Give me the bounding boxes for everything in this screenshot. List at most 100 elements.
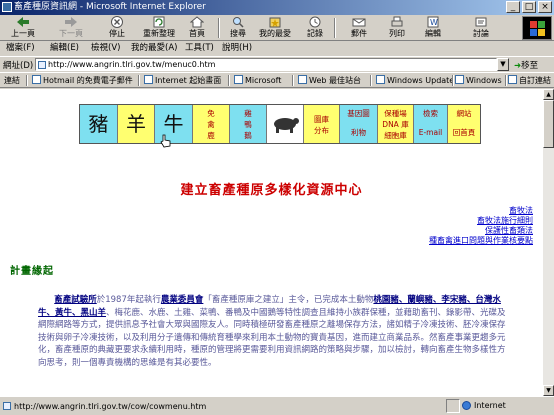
- vertical-scrollbar[interactable]: ▲ ▼: [543, 89, 554, 396]
- nav-pig[interactable]: 豬: [80, 105, 118, 143]
- link-custom[interactable]: 自訂連結: [508, 74, 551, 87]
- nav-table: 豬 羊 牛 免禽鹿 雞鴨鵝 圖庫 分布 基因圖 利物 保種場 DNA 庫細胞庫 檢索 E…: [79, 104, 481, 144]
- nav-goat[interactable]: 羊: [118, 105, 155, 143]
- link-windows-update[interactable]: Windows Update: [376, 74, 454, 87]
- links-separator: [26, 75, 28, 86]
- menu-edit[interactable]: 編輯(E): [50, 42, 79, 55]
- link-livestock-institute[interactable]: 畜產試驗所: [54, 295, 97, 305]
- link-page-icon: [32, 75, 41, 84]
- address-bar: 網址(D) http://www.angrin.tlri.gov.tw/menu…: [0, 56, 554, 72]
- page-icon: [38, 61, 46, 69]
- refresh-button[interactable]: 重新整理: [138, 16, 180, 40]
- toolbar-separator: [218, 18, 220, 38]
- print-button[interactable]: 列印: [384, 16, 410, 40]
- nav-gene-map[interactable]: 基因圖 利物: [340, 105, 378, 143]
- mouse-cursor-icon: [160, 134, 171, 148]
- nav-gallery-distribution[interactable]: 圖庫 分布: [304, 105, 340, 143]
- link-page-icon: [298, 75, 307, 84]
- links-label: 連結: [4, 76, 20, 85]
- back-arrow-icon: [17, 17, 29, 27]
- nav-animal-image[interactable]: [267, 105, 304, 143]
- address-label: 網址(D): [3, 61, 34, 71]
- links-bar: 連結 Hotmail 的免費電子郵件 Internet 起始畫面 Microso…: [0, 72, 554, 88]
- standard-toolbar: 上一頁 下一頁 停止 重新整理 首頁 搜尋 我的最愛 記錄 郵件 列印 W 編輯: [0, 15, 554, 41]
- link-web-best-sites[interactable]: Web 最佳站台: [298, 74, 361, 87]
- law-link-animal-husbandry-act[interactable]: 畜牧法: [429, 206, 533, 216]
- mail-button[interactable]: 郵件: [344, 16, 374, 40]
- link-internet-start[interactable]: Internet 起始畫面: [144, 74, 221, 87]
- link-page-icon: [234, 75, 243, 84]
- security-zone: Internet: [462, 399, 506, 413]
- search-icon: [233, 17, 244, 28]
- mail-icon: [352, 18, 366, 27]
- nav-chicken-duck-goose[interactable]: 雞鴨鵝: [230, 105, 267, 143]
- scroll-down-button[interactable]: ▼: [543, 385, 554, 396]
- discuss-button[interactable]: 討論: [468, 16, 494, 40]
- link-windows[interactable]: Windows: [455, 74, 502, 87]
- nav-rabbit-poultry-deer[interactable]: 免禽鹿: [193, 105, 230, 143]
- edit-button[interactable]: W 編輯: [420, 16, 446, 40]
- menu-bar: 檔案(F) 編輯(E) 檢視(V) 我的最愛(A) 工具(T) 說明(H): [0, 42, 520, 55]
- page-heading: 建立畜產種原多樣化資源中心: [180, 183, 363, 198]
- windows-logo-icon: [530, 21, 545, 36]
- minimize-button[interactable]: _: [506, 1, 520, 13]
- go-button[interactable]: ➜移至: [514, 59, 538, 71]
- link-page-icon: [455, 75, 464, 84]
- maximize-button[interactable]: □: [522, 1, 536, 13]
- history-button[interactable]: 記錄: [302, 16, 328, 40]
- menu-view[interactable]: 檢視(V): [91, 42, 120, 55]
- cattle-photo-icon: [274, 118, 299, 133]
- stop-button[interactable]: 停止: [102, 16, 132, 40]
- search-button[interactable]: 搜尋: [224, 16, 252, 40]
- law-link-enforcement-rules[interactable]: 畜牧法施行細則: [429, 216, 533, 226]
- edit-icon: W: [427, 16, 439, 28]
- link-page-icon: [144, 75, 153, 84]
- scroll-up-button[interactable]: ▲: [543, 89, 554, 100]
- links-separator: [138, 75, 140, 86]
- link-microsoft[interactable]: Microsoft: [234, 74, 281, 87]
- stop-icon: [111, 16, 123, 28]
- address-dropdown-button[interactable]: ▼: [497, 58, 509, 71]
- favorites-icon: [269, 17, 281, 28]
- menu-help[interactable]: 說明(H): [222, 42, 252, 55]
- links-separator: [452, 75, 454, 86]
- page-icon: [3, 402, 11, 410]
- nav-site-home[interactable]: 網站 回首頁: [448, 105, 480, 143]
- nav-conservation-dna[interactable]: 保種場 DNA 庫細胞庫: [378, 105, 414, 143]
- refresh-icon: [153, 16, 165, 28]
- window-title: 畜產種原資訊網 - Microsoft Internet Explorer: [14, 2, 206, 12]
- links-separator: [505, 75, 507, 86]
- menu-tools[interactable]: 工具(T): [185, 42, 214, 55]
- links-separator: [292, 75, 294, 86]
- law-link-protected-breeds[interactable]: 保護性畜類法: [429, 226, 533, 236]
- link-page-icon: [508, 75, 517, 84]
- law-links: 畜牧法 畜牧法施行細則 保護性畜類法 種畜禽進口問題與作業核要點: [429, 206, 533, 246]
- home-button[interactable]: 首頁: [184, 16, 210, 40]
- link-page-icon: [376, 75, 385, 84]
- menu-favorites[interactable]: 我的最愛(A): [131, 42, 177, 55]
- scroll-thumb[interactable]: [543, 100, 554, 148]
- favorites-button[interactable]: 我的最愛: [256, 16, 294, 40]
- links-separator: [370, 75, 372, 86]
- back-button[interactable]: 上一頁: [4, 16, 42, 40]
- menu-file[interactable]: 檔案(F): [6, 42, 35, 55]
- ie-window-icon: [2, 2, 12, 12]
- ie-throbber-logo: [522, 16, 552, 40]
- intro-paragraph: 畜產試驗所於1987年起執行農業委員會「畜產種原庫之建立」主令，已完成本土動物桃…: [38, 295, 506, 368]
- address-input[interactable]: http://www.angrin.tlri.gov.tw/menuc0.htm: [35, 58, 497, 71]
- address-url: http://www.angrin.tlri.gov.tw/menuc0.htm: [48, 60, 216, 69]
- nav-search-email[interactable]: 檢索 E-mail: [414, 105, 448, 143]
- forward-arrow-icon: [65, 17, 77, 27]
- law-link-import-rules[interactable]: 種畜禽進口問題與作業核要點: [429, 236, 533, 246]
- status-text: http://www.angrin.tlri.gov.tw/cow/cowmen…: [14, 402, 207, 411]
- link-council-of-agriculture[interactable]: 農業委員會: [161, 295, 204, 305]
- link-hotmail[interactable]: Hotmail 的免費電子郵件: [32, 74, 133, 87]
- discuss-icon: [475, 17, 487, 27]
- forward-button[interactable]: 下一頁: [52, 16, 90, 40]
- status-bar: http://www.angrin.tlri.gov.tw/cow/cowmen…: [0, 396, 554, 415]
- globe-icon: [462, 401, 471, 410]
- print-icon: [391, 16, 403, 27]
- title-bar: 畜產種原資訊網 - Microsoft Internet Explorer _ …: [0, 0, 554, 15]
- close-button[interactable]: ×: [538, 1, 552, 13]
- home-icon: [190, 16, 204, 28]
